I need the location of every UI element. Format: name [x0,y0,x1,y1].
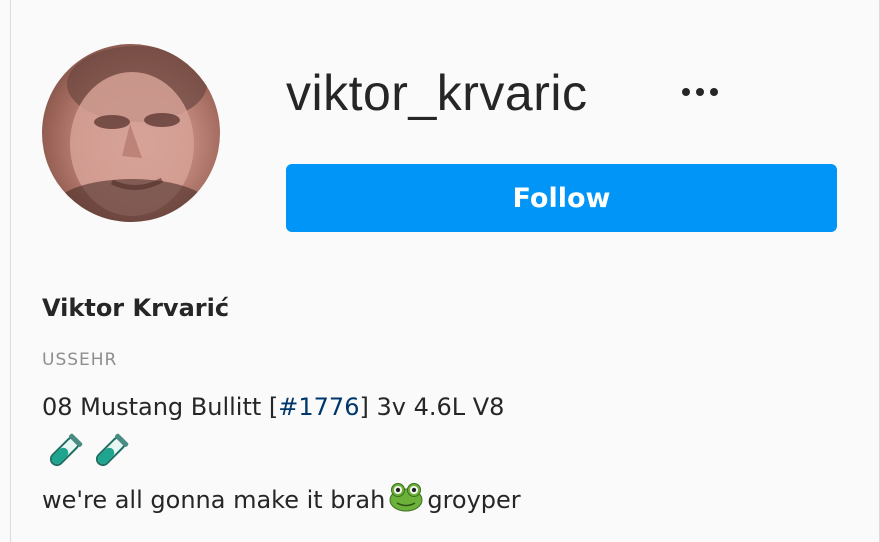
hashtag-link[interactable]: #1776 [278,393,359,421]
frog-face-icon [389,483,423,512]
avatar-image [52,46,212,222]
bio-text: groyper [427,486,521,514]
bio-text: 08 Mustang Bullitt [ [42,393,279,421]
bio-line-motto: we're all gonna make it brah groyper [42,482,521,514]
follow-button[interactable]: Follow [286,164,837,232]
bio-emoji-line [44,432,130,472]
frame-border-left [10,0,11,542]
bio-line-car: 08 Mustang Bullitt [#1776] 3v 4.6L V8 [42,393,504,421]
more-options-icon[interactable] [670,74,730,110]
test-tube-icon [95,433,129,467]
profile-username: viktor_krvaric [286,65,588,121]
profile-avatar[interactable] [42,44,220,222]
bio-text: we're all gonna make it brah [42,486,386,514]
test-tube-icon [49,433,83,467]
profile-category: USSEHR [42,350,118,370]
profile-full-name: Viktor Krvarić [42,294,230,322]
bio-text: ] 3v 4.6L V8 [359,393,505,421]
